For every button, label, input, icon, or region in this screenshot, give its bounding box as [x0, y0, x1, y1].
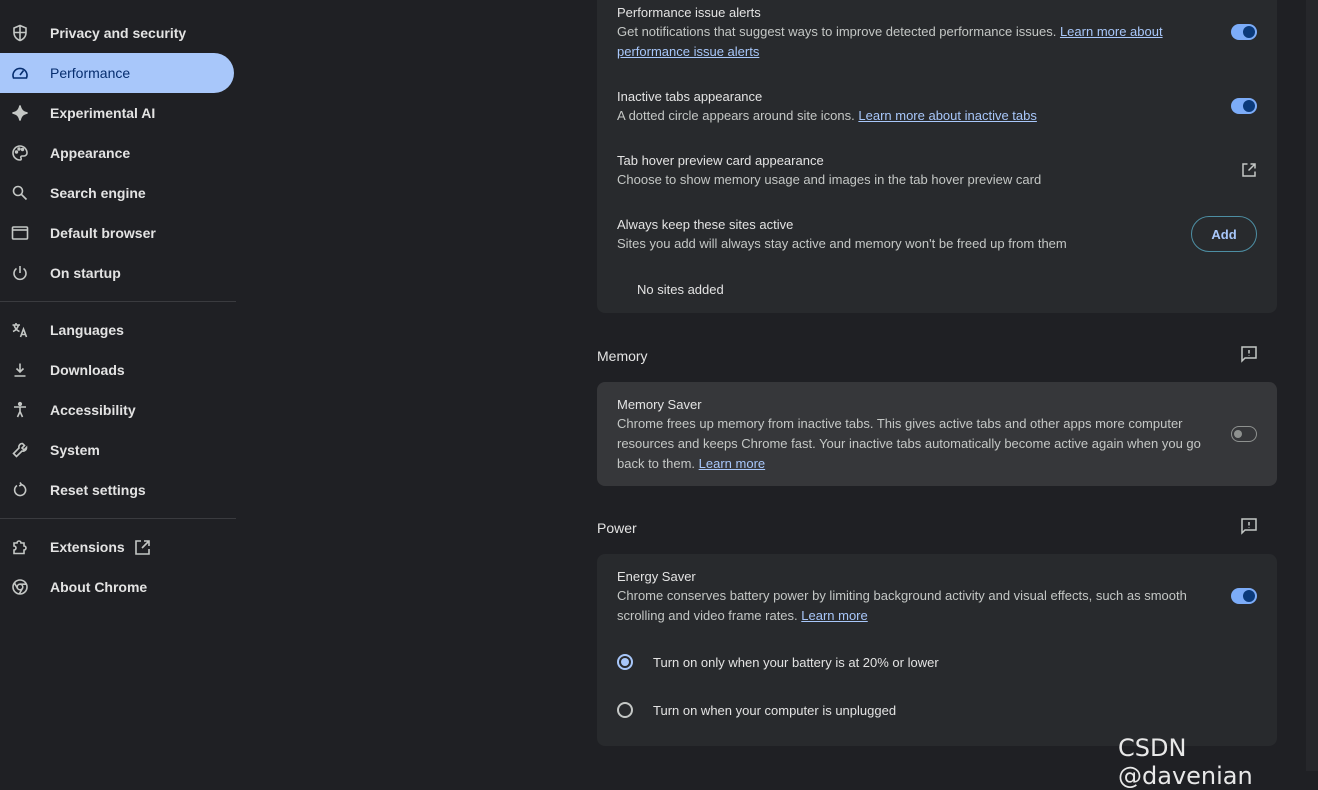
inactive-tabs-learn-more-link[interactable]: Learn more about inactive tabs: [858, 108, 1037, 123]
sidebar-item-accessibility[interactable]: Accessibility: [0, 390, 234, 430]
sidebar-item-system[interactable]: System: [0, 430, 234, 470]
sidebar-item-default-browser[interactable]: Default browser: [0, 213, 234, 253]
settings-sidebar: Privacy and security Performance Experim…: [0, 0, 236, 771]
sidebar-item-search-engine[interactable]: Search engine: [0, 173, 234, 213]
sidebar-divider: [0, 301, 236, 302]
wrench-icon: [11, 441, 29, 459]
power-icon: [11, 264, 29, 282]
puzzle-icon: [11, 538, 29, 556]
inactive-tabs-title: Inactive tabs appearance: [617, 89, 763, 104]
search-icon: [11, 184, 29, 202]
open-in-new-icon[interactable]: [1241, 162, 1257, 178]
shield-icon: [11, 24, 29, 42]
keep-active-desc: Sites you add will always stay active an…: [617, 236, 1067, 251]
sidebar-item-label: Privacy and security: [50, 25, 187, 41]
memory-saver-title: Memory Saver: [617, 397, 702, 412]
unplugged-label[interactable]: Turn on when your computer is unplugged: [653, 703, 896, 718]
memory-section-title: Memory: [597, 348, 648, 364]
sparkle-icon: [11, 104, 29, 122]
toggle-knob: [1243, 590, 1255, 602]
sidebar-item-label: Extensions: [50, 539, 125, 555]
inactive-tabs-toggle[interactable]: [1231, 98, 1257, 114]
energy-saver-desc: Chrome conserves battery power by limiti…: [617, 586, 1202, 626]
sidebar-item-label: Accessibility: [50, 402, 136, 418]
sidebar-item-extensions[interactable]: Extensions: [0, 527, 234, 567]
no-sites-text: No sites added: [637, 282, 724, 297]
unplugged-radio[interactable]: [617, 702, 633, 718]
memory-saver-card: Memory Saver Chrome frees up memory from…: [597, 382, 1277, 486]
energy-saver-card: Energy Saver Chrome conserves battery po…: [597, 554, 1277, 746]
sidebar-item-label: Appearance: [50, 145, 131, 161]
sidebar-item-label: Downloads: [50, 362, 125, 378]
sidebar-item-label: Performance: [50, 65, 131, 81]
energy-saver-toggle[interactable]: [1231, 588, 1257, 604]
sidebar-item-label: Languages: [50, 322, 124, 338]
open-in-new-icon: [134, 539, 151, 556]
reset-icon: [11, 481, 29, 499]
feedback-icon[interactable]: [1240, 345, 1258, 363]
battery-20-label[interactable]: Turn on only when your battery is at 20%…: [653, 655, 939, 670]
add-site-button[interactable]: Add: [1191, 216, 1257, 252]
sidebar-item-label: About Chrome: [50, 579, 148, 595]
sidebar-item-reset-settings[interactable]: Reset settings: [0, 470, 234, 510]
energy-saver-title: Energy Saver: [617, 569, 696, 584]
performance-alerts-title: Performance issue alerts: [617, 5, 761, 20]
browser-window-icon: [11, 224, 29, 242]
battery-20-radio[interactable]: [617, 654, 633, 670]
speedometer-icon: [11, 64, 29, 82]
sidebar-item-label: Default browser: [50, 225, 156, 241]
inactive-tabs-desc: A dotted circle appears around site icon…: [617, 106, 1197, 126]
sidebar-item-privacy[interactable]: Privacy and security: [0, 13, 234, 53]
desc-text: Get notifications that suggest ways to i…: [617, 24, 1060, 39]
energy-saver-learn-more-link[interactable]: Learn more: [801, 608, 867, 623]
toggle-knob: [1234, 430, 1242, 438]
accessibility-icon: [11, 401, 29, 419]
performance-alerts-toggle[interactable]: [1231, 24, 1257, 40]
scrollbar[interactable]: [1306, 0, 1318, 771]
power-section-title: Power: [597, 520, 637, 536]
sidebar-item-label: Reset settings: [50, 482, 146, 498]
toggle-knob: [1243, 26, 1255, 38]
sidebar-divider: [0, 518, 236, 519]
memory-saver-learn-more-link[interactable]: Learn more: [699, 456, 765, 471]
sidebar-item-label: Experimental AI: [50, 105, 156, 121]
performance-alerts-desc: Get notifications that suggest ways to i…: [617, 22, 1177, 62]
sidebar-item-label: Search engine: [50, 185, 146, 201]
chrome-icon: [11, 578, 29, 596]
tab-hover-desc: Choose to show memory usage and images i…: [617, 172, 1042, 187]
sidebar-item-label: On startup: [50, 265, 121, 281]
translate-icon: [11, 321, 29, 339]
sidebar-item-performance[interactable]: Performance: [0, 53, 234, 93]
memory-saver-toggle[interactable]: [1231, 426, 1257, 442]
download-icon: [11, 361, 29, 379]
sidebar-item-about-chrome[interactable]: About Chrome: [0, 567, 234, 607]
memory-saver-desc: Chrome frees up memory from inactive tab…: [617, 414, 1202, 474]
sidebar-item-experimental-ai[interactable]: Experimental AI: [0, 93, 234, 133]
keep-active-title: Always keep these sites active: [617, 217, 794, 232]
sidebar-item-on-startup[interactable]: On startup: [0, 253, 234, 293]
sidebar-item-appearance[interactable]: Appearance: [0, 133, 234, 173]
sidebar-item-downloads[interactable]: Downloads: [0, 350, 234, 390]
tabs-settings-card: Performance issue alerts Get notificatio…: [597, 0, 1277, 313]
desc-text: Chrome conserves battery power by limiti…: [617, 588, 1187, 623]
feedback-icon[interactable]: [1240, 517, 1258, 535]
toggle-knob: [1243, 100, 1255, 112]
sidebar-item-label: System: [50, 442, 100, 458]
sidebar-item-languages[interactable]: Languages: [0, 310, 234, 350]
watermark-text: CSDN @davenian: [1118, 734, 1253, 790]
tab-hover-title: Tab hover preview card appearance: [617, 153, 824, 168]
desc-text: A dotted circle appears around site icon…: [617, 108, 859, 123]
palette-icon: [11, 144, 29, 162]
